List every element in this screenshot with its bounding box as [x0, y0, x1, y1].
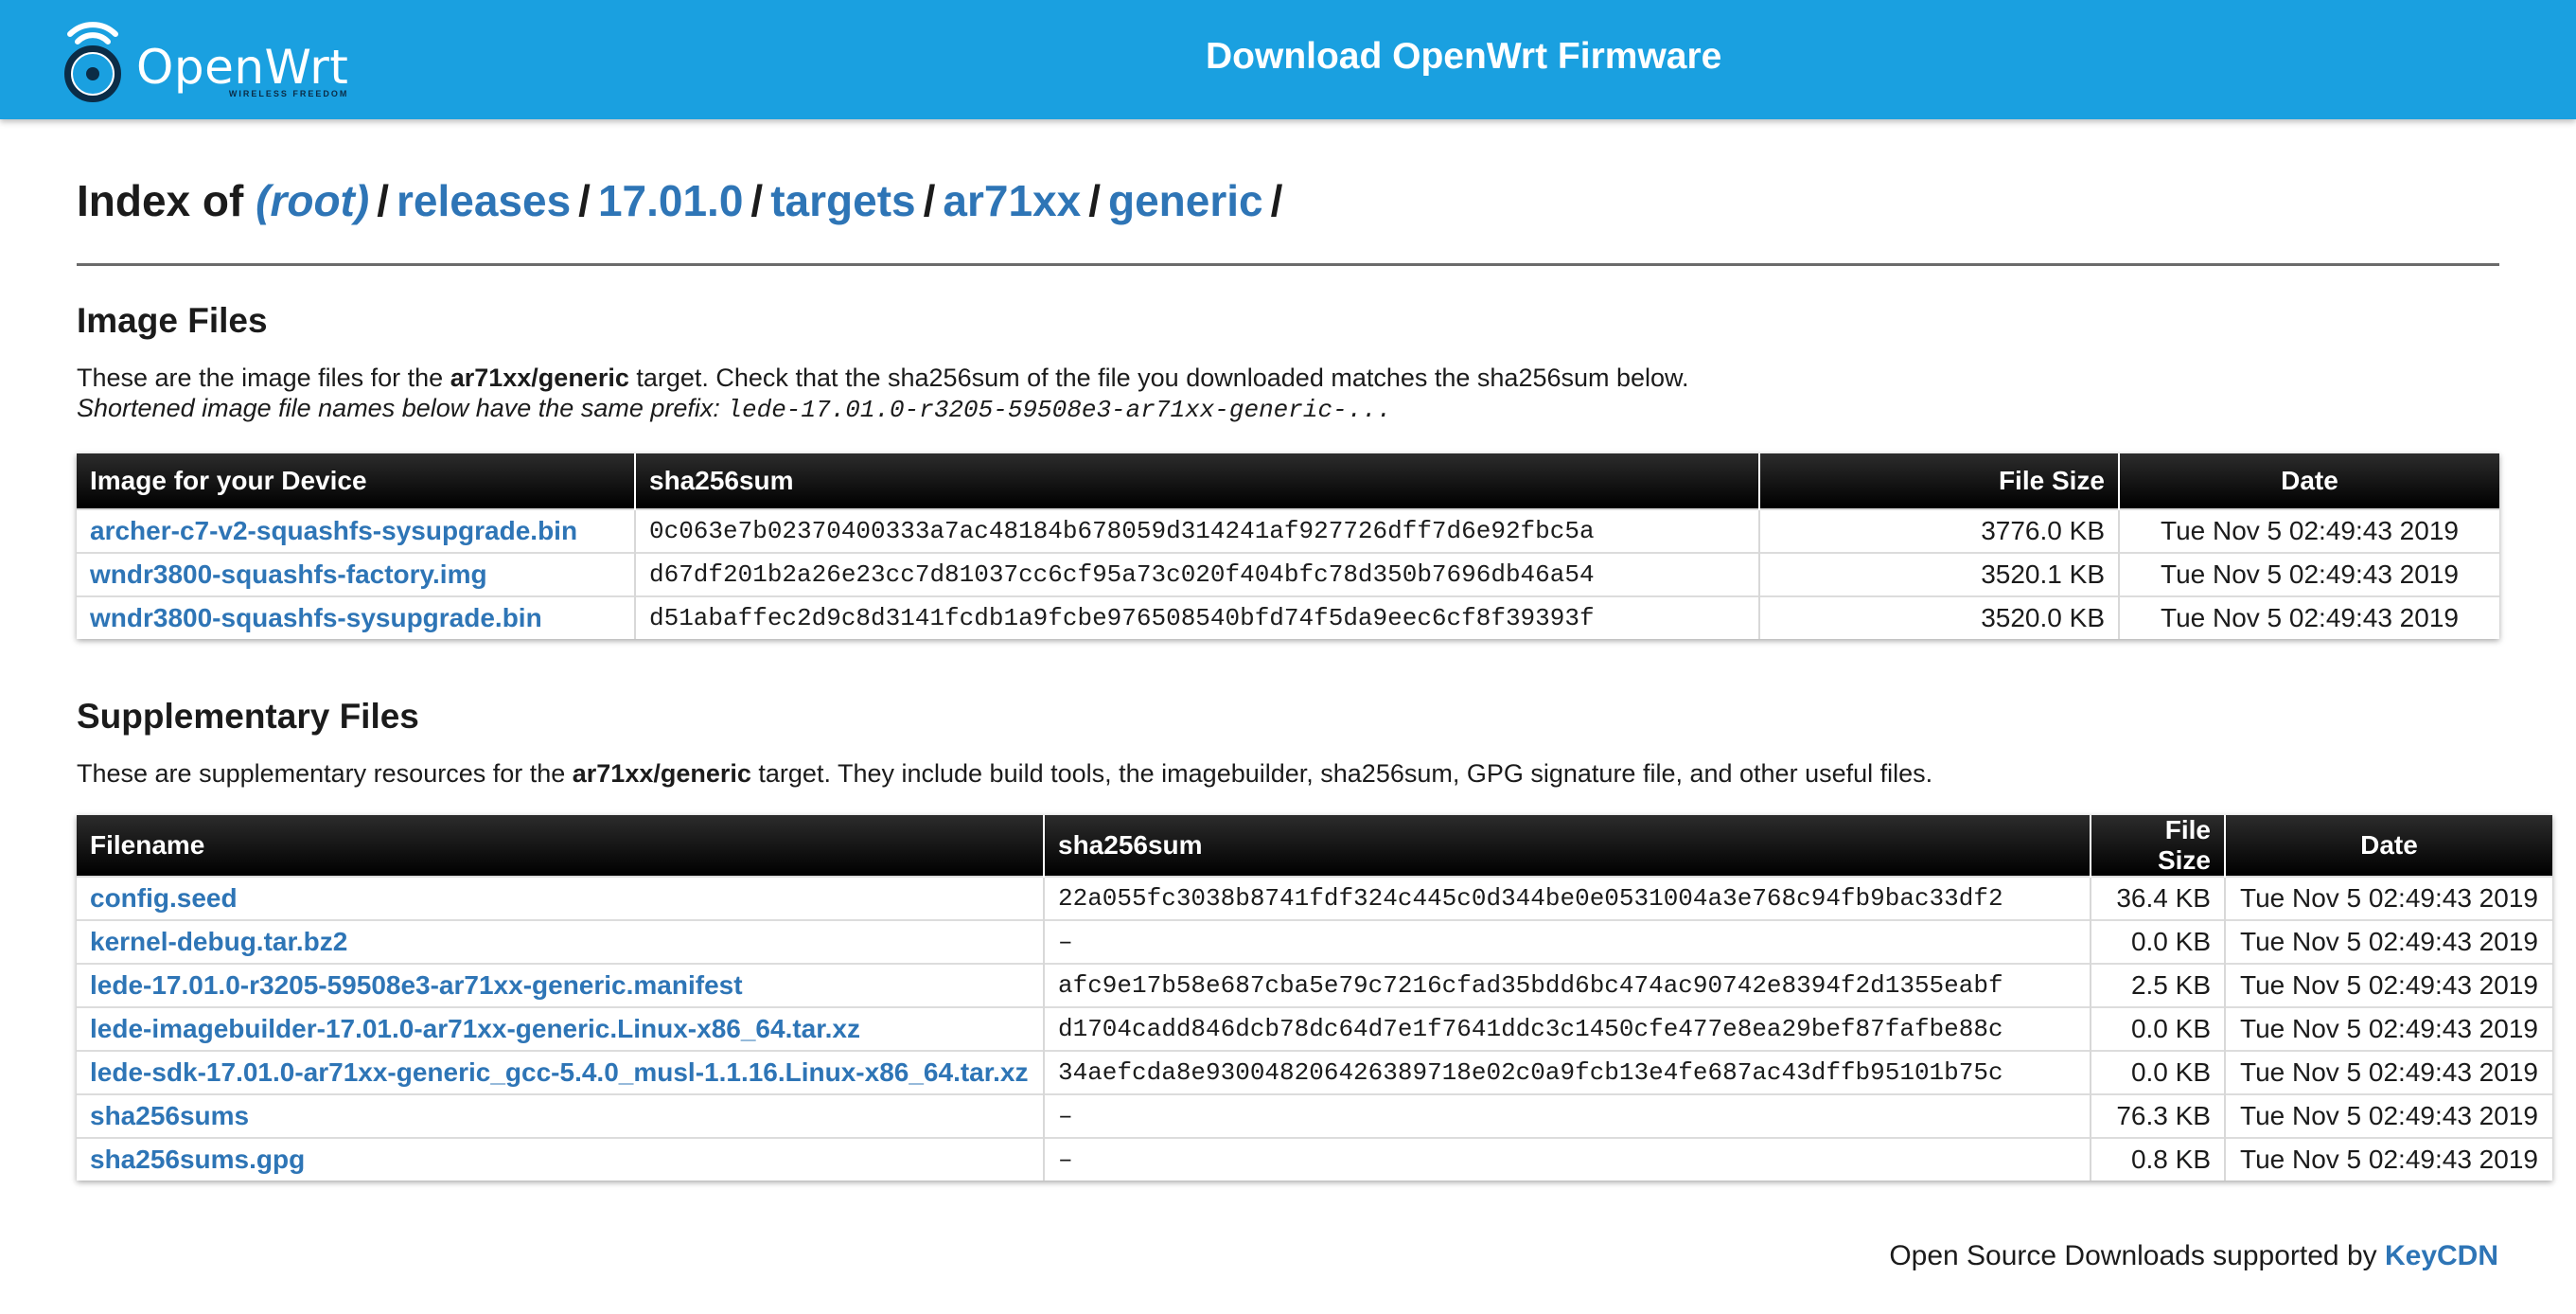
supplementary-files-title: Supplementary Files: [77, 697, 419, 736]
table-header-row: Image for your Device sha256sum File Siz…: [77, 453, 2499, 509]
file-size: 76.3 KB: [2091, 1093, 2226, 1138]
divider: [77, 263, 2499, 266]
file-date: Tue Nov 5 02:49:43 2019: [2225, 1093, 2552, 1138]
supplementary-files-table: Filename sha256sum File Size Date config…: [77, 815, 2552, 1181]
top-banner: OpenWrt WIRELESS FREEDOM Download OpenWr…: [0, 0, 2576, 119]
breadcrumb-separator: /: [377, 176, 389, 225]
footer-text: Open Source Downloads supported by: [1889, 1240, 2385, 1271]
column-header: Date: [2119, 453, 2499, 509]
desc-text: target. Check that the sha256sum of the …: [628, 364, 1689, 392]
column-header: sha256sum: [635, 453, 1760, 509]
breadcrumb-separator: /: [1088, 176, 1101, 225]
desc-target: ar71xx/generic: [450, 364, 629, 392]
file-size: 2.5 KB: [2091, 963, 2226, 1007]
table-row: wndr3800-squashfs-factory.img d67df201b2…: [77, 552, 2499, 596]
table-row: sha256sums – 76.3 KB Tue Nov 5 02:49:43 …: [77, 1093, 2552, 1138]
sha256-value: d67df201b2a26e23cc7d81037cc6cf95a73c020f…: [635, 552, 1760, 596]
breadcrumb-targets-link[interactable]: targets: [770, 176, 915, 225]
file-date: Tue Nov 5 02:49:43 2019: [2225, 963, 2552, 1007]
breadcrumb-ar71xx-link[interactable]: ar71xx: [943, 176, 1081, 225]
supplementary-files-description: These are supplementary resources for th…: [77, 758, 2499, 789]
sha256-value: afc9e17b58e687cba5e79c7216cfad35bdd6bc47…: [1044, 963, 2091, 1007]
breadcrumb-separator: /: [578, 176, 591, 225]
column-header: sha256sum: [1044, 815, 2091, 877]
column-header: File Size: [2091, 815, 2226, 877]
prefix-value: lede-17.01.0-r3205-59508e3-ar71xx-generi…: [727, 396, 1392, 424]
breadcrumb-separator: /: [750, 176, 764, 225]
openwrt-wifi-logo-icon: [64, 22, 121, 102]
column-header: Date: [2225, 815, 2552, 877]
image-files-title: Image Files: [77, 301, 268, 340]
desc-text: target. They include build tools, the im…: [750, 759, 1933, 788]
breadcrumb: Index of (root) / releases/17.01.0/targets…: [77, 119, 2499, 231]
file-date: Tue Nov 5 02:49:43 2019: [2225, 1050, 2552, 1094]
desc-text: These are the image files for the: [77, 364, 450, 392]
breadcrumb-generic-link[interactable]: generic: [1108, 176, 1263, 225]
breadcrumb-releases-link[interactable]: releases: [397, 176, 571, 225]
sha256-value: –: [1044, 1093, 2091, 1138]
file-date: Tue Nov 5 02:49:43 2019: [2225, 1006, 2552, 1051]
table-row: lede-imagebuilder-17.01.0-ar71xx-generic…: [77, 1006, 2552, 1051]
file-size: 0.0 KB: [2091, 1050, 2226, 1094]
table-row: config.seed 22a055fc3038b8741fdf324c445c…: [77, 876, 2552, 920]
table-row: sha256sums.gpg – 0.8 KB Tue Nov 5 02:49:…: [77, 1137, 2552, 1181]
breadcrumb-version-link[interactable]: 17.01.0: [598, 176, 743, 225]
file-link[interactable]: config.seed: [90, 883, 238, 913]
desc-text: These are supplementary resources for th…: [77, 759, 573, 788]
breadcrumb-separator: /: [923, 176, 936, 225]
file-size: 3520.1 KB: [1759, 552, 2120, 596]
file-date: Tue Nov 5 02:49:43 2019: [2119, 595, 2499, 639]
sha256-value: 34aefcda8e930048206426389718e02c0a9fcb13…: [1044, 1050, 2091, 1094]
column-header: Image for your Device: [77, 453, 636, 509]
table-row: kernel-debug.tar.bz2 – 0.0 KB Tue Nov 5 …: [77, 919, 2552, 964]
file-link[interactable]: lede-sdk-17.01.0-ar71xx-generic_gcc-5.4.…: [90, 1057, 1028, 1087]
file-size: 36.4 KB: [2091, 876, 2226, 920]
file-size: 3776.0 KB: [1759, 508, 2120, 553]
footer: Open Source Downloads supported by KeyCD…: [1889, 1240, 2498, 1272]
file-size: 0.8 KB: [2091, 1137, 2226, 1181]
file-date: Tue Nov 5 02:49:43 2019: [2225, 876, 2552, 920]
file-link[interactable]: archer-c7-v2-squashfs-sysupgrade.bin: [90, 516, 577, 545]
breadcrumb-root-link[interactable]: (root): [256, 176, 369, 225]
desc-target: ar71xx/generic: [572, 759, 751, 788]
file-size: 3520.0 KB: [1759, 595, 2120, 639]
file-link[interactable]: kernel-debug.tar.bz2: [90, 927, 347, 956]
file-size: 0.0 KB: [2091, 919, 2226, 964]
file-date: Tue Nov 5 02:49:43 2019: [2119, 552, 2499, 596]
file-link[interactable]: sha256sums.gpg: [90, 1145, 305, 1174]
file-link[interactable]: lede-imagebuilder-17.01.0-ar71xx-generic…: [90, 1014, 860, 1043]
sha256-value: d1704cadd846dcb78dc64d7e1f7641ddc3c1450c…: [1044, 1006, 2091, 1051]
table-row: lede-sdk-17.01.0-ar71xx-generic_gcc-5.4.…: [77, 1050, 2552, 1094]
file-size: 0.0 KB: [2091, 1006, 2226, 1051]
page-title: Download OpenWrt Firmware: [1206, 36, 1722, 77]
table-row: archer-c7-v2-squashfs-sysupgrade.bin 0c0…: [77, 508, 2499, 553]
file-date: Tue Nov 5 02:49:43 2019: [2225, 919, 2552, 964]
column-header: File Size: [1759, 453, 2120, 509]
main-content: Index of (root) / releases/17.01.0/targets…: [77, 119, 2552, 1181]
sha256-value: 0c063e7b02370400333a7ac48184b678059d3142…: [635, 508, 1760, 553]
file-link[interactable]: wndr3800-squashfs-factory.img: [90, 559, 487, 589]
image-files-table: Image for your Device sha256sum File Siz…: [77, 453, 2499, 639]
breadcrumb-separator: /: [1270, 176, 1283, 225]
breadcrumb-prefix: Index of: [77, 176, 244, 225]
sha256-value: d51abaffec2d9c8d3141fcdb1a9fcbe976508540…: [635, 595, 1760, 639]
file-link[interactable]: sha256sums: [90, 1101, 249, 1130]
sha256-value: –: [1044, 919, 2091, 964]
sha256-value: 22a055fc3038b8741fdf324c445c0d344be0e053…: [1044, 876, 2091, 920]
keycdn-link[interactable]: KeyCDN: [2385, 1240, 2498, 1271]
file-link[interactable]: lede-17.01.0-r3205-59508e3-ar71xx-generi…: [90, 970, 743, 1000]
table-header-row: Filename sha256sum File Size Date: [77, 815, 2552, 877]
table-row: lede-17.01.0-r3205-59508e3-ar71xx-generi…: [77, 963, 2552, 1007]
table-row: wndr3800-squashfs-sysupgrade.bin d51abaf…: [77, 595, 2499, 639]
file-date: Tue Nov 5 02:49:43 2019: [2119, 508, 2499, 553]
prefix-note: Shortened image file names below have th…: [77, 394, 728, 422]
logo-name: OpenWrt: [136, 40, 349, 95]
image-files-description: These are the image files for the ar71xx…: [77, 363, 2499, 425]
file-link[interactable]: wndr3800-squashfs-sysupgrade.bin: [90, 603, 542, 632]
sha256-value: –: [1044, 1137, 2091, 1181]
openwrt-logo[interactable]: OpenWrt WIRELESS FREEDOM: [53, 15, 348, 102]
file-date: Tue Nov 5 02:49:43 2019: [2225, 1137, 2552, 1181]
column-header: Filename: [77, 815, 1045, 877]
